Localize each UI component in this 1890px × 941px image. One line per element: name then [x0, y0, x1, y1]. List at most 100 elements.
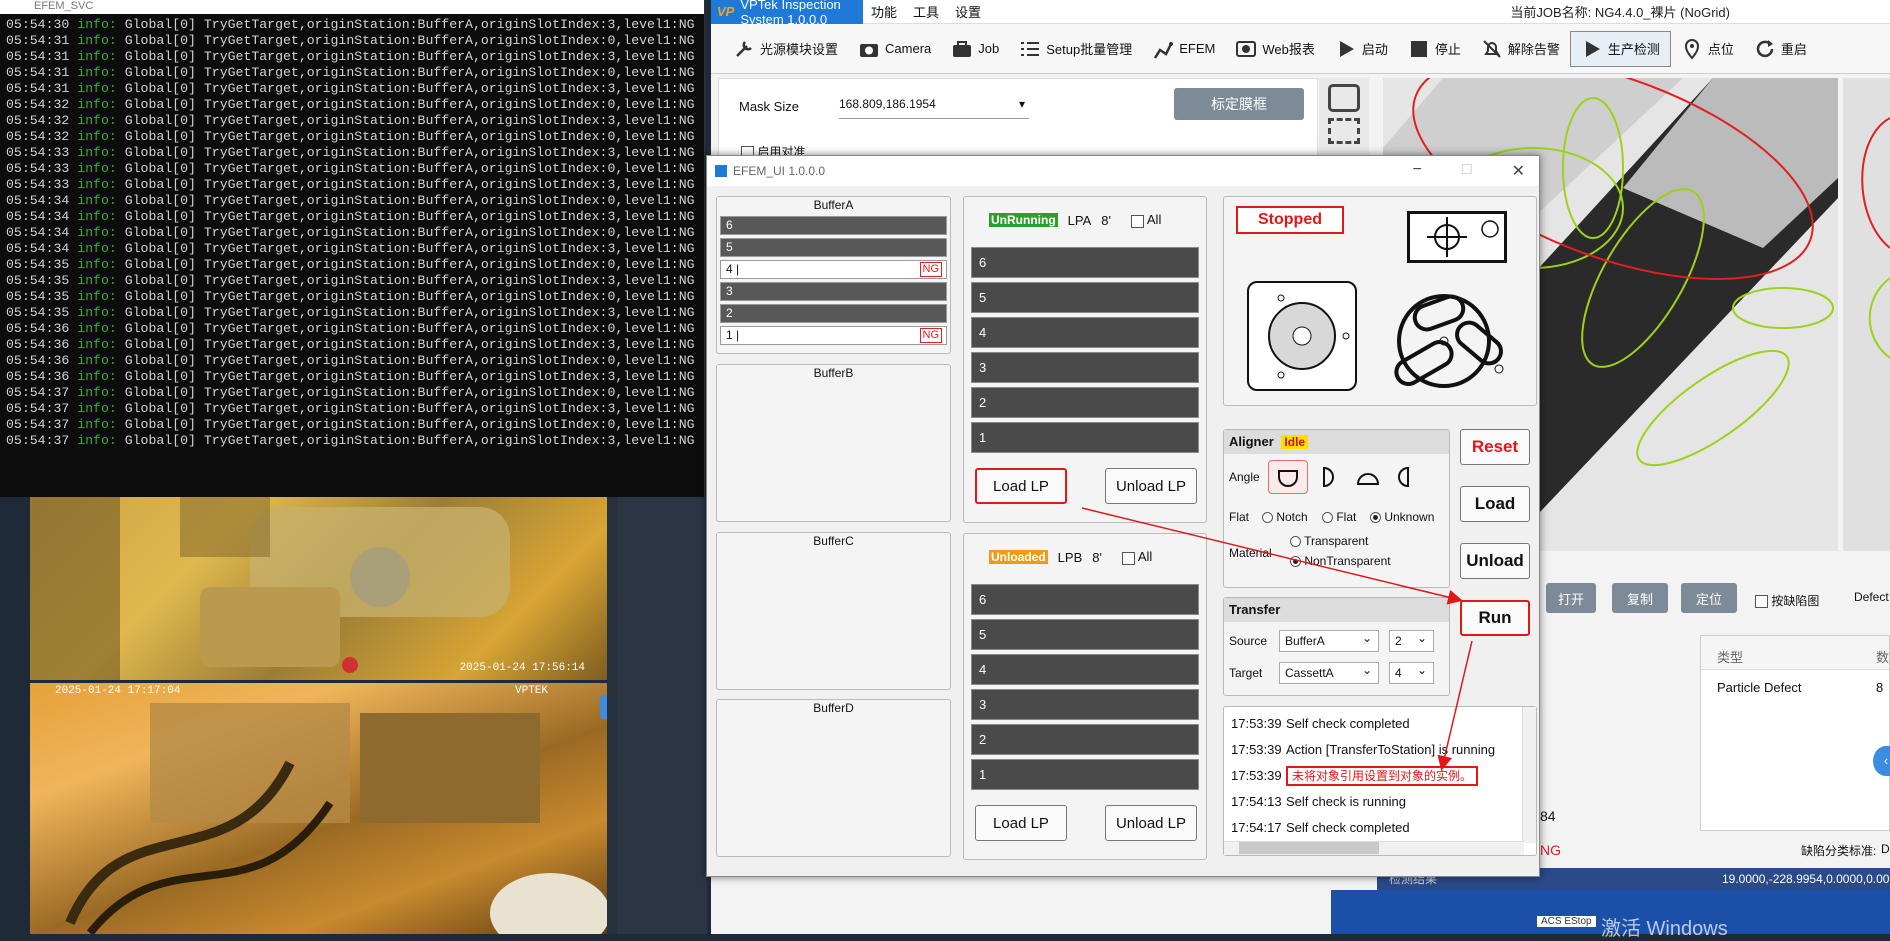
target-select[interactable]: CassettA [1279, 660, 1379, 684]
lp-slot[interactable]: 2 [971, 387, 1199, 418]
console-line: 05:54:36 info: Global[0] TryGetTarget,or… [6, 369, 695, 384]
close-icon[interactable]: ✕ [1512, 161, 1525, 181]
camera-timestamp: 2025-01-24 17:17:04 [55, 685, 181, 697]
angle-180-option[interactable] [1352, 462, 1382, 492]
toolbar-button[interactable]: 启动 [1325, 31, 1398, 67]
app-logo: VP VPTek Inspection System 1.0.0.0 [711, 0, 863, 27]
menu-item[interactable]: 工具 [913, 5, 939, 20]
activate-watermark: 激活 Windows [1601, 918, 1728, 940]
console-line: 05:54:36 info: Global[0] TryGetTarget,or… [6, 353, 695, 368]
console-line: 05:54:37 info: Global[0] TryGetTarget,or… [6, 433, 695, 448]
toolbar-button[interactable]: Web报表 [1225, 31, 1325, 67]
buffer-slot[interactable]: 6 [720, 216, 947, 235]
source-slot-select[interactable]: 2 [1389, 628, 1434, 652]
lpa-load-button[interactable]: Load LP [975, 468, 1067, 504]
robot-arm-icon [1384, 281, 1514, 401]
minimize-icon[interactable]: − [1413, 161, 1422, 181]
play-icon [1581, 38, 1603, 60]
lp-slot[interactable]: 2 [971, 724, 1199, 755]
reset-button[interactable]: Reset [1460, 429, 1530, 465]
chevron-down-icon: ▾ [1018, 97, 1025, 111]
toolbar-button[interactable]: EFEM [1142, 31, 1225, 67]
lp-slot[interactable]: 6 [971, 584, 1199, 615]
lp-slot[interactable]: 3 [971, 352, 1199, 383]
toolbar-button[interactable]: 光源模块设置 [723, 31, 848, 67]
lp-slot[interactable]: 4 [971, 654, 1199, 685]
camera-icon[interactable] [1328, 84, 1360, 112]
acs-text: ACS EStop [1537, 916, 1596, 927]
defect-select[interactable]: Defect [1854, 590, 1889, 604]
toolbar-button[interactable]: Job [941, 31, 1009, 67]
defect-table: 类型 数 Particle Defect 8 [1700, 635, 1890, 831]
pin-icon [1681, 38, 1703, 60]
toolbar-button[interactable]: 停止 [1398, 31, 1471, 67]
lpa-unload-button[interactable]: Unload LP [1105, 468, 1197, 504]
maximize-icon[interactable]: □ [1462, 161, 1472, 181]
angle-0-option[interactable] [1268, 460, 1308, 494]
lp-slot[interactable]: 6 [971, 247, 1199, 278]
ng-badge: NG [919, 262, 942, 277]
console-line: 05:54:33 info: Global[0] TryGetTarget,or… [6, 161, 695, 176]
console-window: EFEM_SVC 05:54:30 info: Global[0] TryGet… [0, 0, 705, 497]
lp-slot[interactable]: 5 [971, 282, 1199, 313]
angle-270-option[interactable] [1394, 462, 1424, 492]
toolbar-button[interactable]: Camera [848, 31, 941, 67]
copy-button[interactable]: 复制 [1612, 583, 1668, 613]
lpb-all-checkbox[interactable]: All [1121, 549, 1152, 565]
lp-slot[interactable]: 1 [971, 759, 1199, 790]
chat-icon[interactable] [600, 695, 607, 719]
lpb-name: LPB [1057, 549, 1083, 565]
load-button[interactable]: Load [1460, 486, 1530, 522]
defect-std-label: 缺陷分类标准: [1801, 844, 1877, 858]
lpb-load-button[interactable]: Load LP [975, 805, 1067, 841]
table-row[interactable]: Particle Defect 8 [1701, 670, 1889, 704]
buffer-slot[interactable]: 5 [720, 238, 947, 257]
lpa-panel: UnRunning LPA 8' All 6 5 4 3 2 1 Load LP Unlo… [963, 196, 1207, 523]
notch-radio[interactable]: Notch [1262, 510, 1308, 524]
lp-slot[interactable]: 3 [971, 689, 1199, 720]
nontransparent-radio[interactable]: NonTransparent [1290, 554, 1391, 568]
defect-std-value: D [1881, 842, 1890, 856]
buffer-slot[interactable]: 4 | NG [720, 260, 947, 279]
lp-slot[interactable]: 5 [971, 619, 1199, 650]
calibrate-button[interactable]: 标定膜框 [1174, 88, 1304, 120]
defect-bg-checkbox[interactable]: 按缺陷图 [1755, 592, 1819, 609]
menu-item[interactable]: 设置 [955, 5, 981, 20]
title-bar: VP VPTek Inspection System 1.0.0.0 功能 工具 设置… [711, 0, 1890, 27]
log-scrollbar[interactable] [1522, 707, 1536, 843]
unload-button[interactable]: Unload [1460, 543, 1530, 579]
log-hscrollbar[interactable] [1224, 841, 1524, 855]
log-row: 17:54:13 Self check is running [1231, 794, 1406, 809]
lp-slot[interactable]: 1 [971, 422, 1199, 453]
open-button[interactable]: 打开 [1546, 583, 1596, 613]
toolbar-button[interactable]: 点位 [1671, 31, 1744, 67]
lpa-status: UnRunning [989, 213, 1058, 227]
run-button[interactable]: Run [1460, 600, 1530, 636]
console-line: 05:54:32 info: Global[0] TryGetTarget,or… [6, 97, 695, 112]
target-slot-select[interactable]: 4 [1389, 660, 1434, 684]
lpa-all-checkbox[interactable]: All [1130, 212, 1161, 228]
source-select[interactable]: BufferA [1279, 628, 1379, 652]
transparent-radio[interactable]: Transparent [1290, 534, 1368, 548]
material-label: Material [1229, 546, 1272, 560]
buffer-slot[interactable]: 3 [720, 282, 947, 301]
buffer-slot[interactable]: 2 [720, 304, 947, 323]
expand-icon[interactable] [1328, 118, 1360, 144]
app-title: VPTek Inspection System 1.0.0.0 [740, 0, 841, 27]
toolbar-button[interactable]: 生产检测 [1569, 30, 1671, 67]
unknown-radio[interactable]: Unknown [1370, 510, 1434, 524]
toolbar-button[interactable]: Setup批量管理 [1009, 31, 1142, 67]
console-log: 05:54:30 info: Global[0] TryGetTarget,or… [0, 14, 704, 449]
toolbar-button[interactable]: 解除告警 [1471, 31, 1570, 67]
lp-slot[interactable]: 4 [971, 317, 1199, 348]
locate-button[interactable]: 定位 [1681, 583, 1737, 613]
mask-size-input[interactable]: 168.809,186.1954 ▾ [839, 97, 1029, 119]
angle-90-option[interactable] [1314, 462, 1344, 492]
aligner-chuck-icon [1247, 281, 1357, 391]
robot-arm-icon [1152, 38, 1174, 60]
flat-radio[interactable]: Flat [1322, 510, 1356, 524]
buffer-slot[interactable]: 1 | NG [720, 326, 947, 345]
lpb-unload-button[interactable]: Unload LP [1105, 805, 1197, 841]
menu-item[interactable]: 功能 [871, 5, 897, 20]
toolbar-button[interactable]: 重启 [1744, 31, 1817, 67]
